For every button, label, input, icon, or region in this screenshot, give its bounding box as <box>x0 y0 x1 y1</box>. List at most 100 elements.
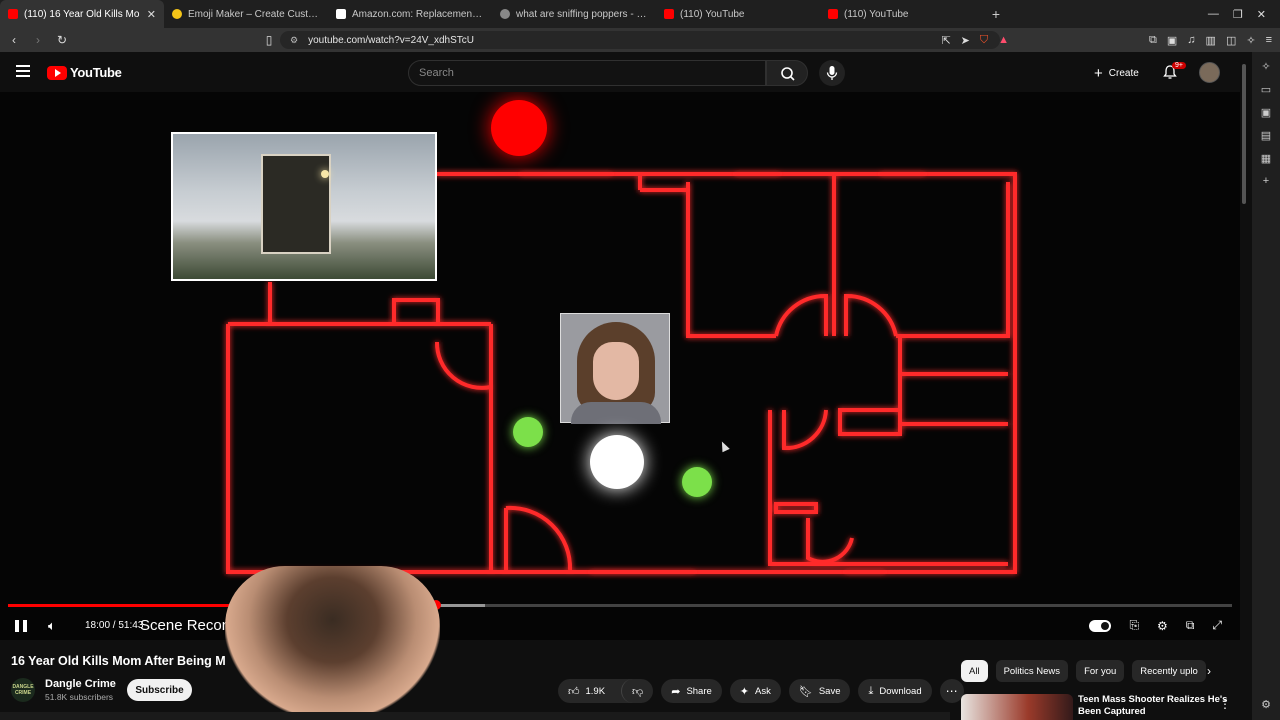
forward-icon[interactable]: › <box>28 33 48 47</box>
channel-avatar[interactable]: DANGLE CRIME <box>11 678 35 702</box>
maximize-icon[interactable]: ❐ <box>1233 8 1243 21</box>
sidebar-settings-icon[interactable]: ⚙ <box>1261 698 1271 711</box>
search-input[interactable]: Search <box>408 60 766 86</box>
brave-rewards-icon[interactable]: ▲ <box>998 34 1009 46</box>
leo-ai-icon[interactable]: ✧ <box>1246 34 1255 47</box>
youtube-favicon-icon <box>828 9 838 19</box>
browser-tab[interactable]: what are sniffing poppers - Brav <box>492 0 656 28</box>
site-info-icon[interactable]: ⚙ <box>290 35 298 46</box>
chevron-right-icon[interactable]: › <box>1207 664 1211 678</box>
like-dislike-group: 👍︎ 1.9K 👎︎ <box>558 679 654 703</box>
search-icon <box>781 67 795 81</box>
more-actions-icon[interactable]: ⋯ <box>939 679 964 703</box>
minimize-icon[interactable]: — <box>1208 8 1219 20</box>
recommended-video-thumbnail[interactable] <box>961 694 1073 720</box>
fullscreen-icon[interactable]: ⤢ <box>1212 618 1222 633</box>
sliding-door-image <box>261 154 331 254</box>
volume-icon[interactable]: 🔈︎ <box>48 618 56 634</box>
recommended-video-menu-icon[interactable]: ⋮ <box>1219 697 1231 711</box>
bookmarks-sidebar-icon[interactable]: ▤ <box>1261 129 1271 142</box>
share-button[interactable]: ➦ Share <box>661 679 722 703</box>
settings-gear-icon[interactable]: ⚙ <box>1157 619 1168 633</box>
send-icon[interactable]: ➤ <box>961 34 970 47</box>
browser-tab[interactable]: (110) YouTube <box>820 0 984 28</box>
scrollbar-thumb[interactable] <box>1242 64 1246 204</box>
share-icon: ➦ <box>671 685 681 698</box>
recommended-video-title[interactable]: Teen Mass Shooter Realizes He's Been Cap… <box>1078 694 1228 718</box>
close-tab-icon[interactable]: ✕ <box>147 8 156 21</box>
description-panel-edge <box>0 712 950 720</box>
dislike-button[interactable]: 👎︎ <box>621 679 653 703</box>
subscribe-button[interactable]: Subscribe <box>127 679 192 701</box>
time-display: 18:00 / 51:43 <box>85 620 144 631</box>
open-external-icon[interactable]: ⇱ <box>941 34 950 47</box>
address-bar: ‹ › ↻ ▯ ⚙ youtube.com/watch?v=24V_xdhSTc… <box>0 28 1280 52</box>
chip-for-you[interactable]: For you <box>1076 660 1125 682</box>
subscriber-count: 51.8K subscribers <box>45 692 114 702</box>
tab-title: (110) YouTube <box>844 8 909 20</box>
close-window-icon[interactable]: ✕ <box>1257 8 1266 21</box>
youtube-header: YouTube Search + Create 9+ <box>0 52 1240 92</box>
search-button[interactable] <box>766 60 808 86</box>
brave-shields-icon[interactable]: ⛉ <box>980 34 988 47</box>
url-field[interactable]: ⚙ youtube.com/watch?v=24V_xdhSTcU <box>280 31 1000 49</box>
reading-list-icon[interactable]: ▭ <box>1261 83 1271 96</box>
chip-all[interactable]: All <box>961 660 988 682</box>
like-button[interactable]: 👍︎ 1.9K <box>558 679 615 703</box>
new-tab-button[interactable]: + <box>984 6 1008 22</box>
browser-tab[interactable]: Amazon.com: Replacement CPU <box>328 0 492 28</box>
brave-search-favicon-icon <box>500 9 510 19</box>
channel-name[interactable]: Dangle Crime <box>45 678 116 690</box>
browser-menu-icon[interactable]: ≡ <box>1266 34 1272 46</box>
bodycam-inset-image <box>171 132 437 281</box>
subtitles-icon[interactable]: ⎘ <box>1129 618 1139 633</box>
extensions-icon[interactable]: ⧉ <box>1149 34 1157 47</box>
green-location-marker <box>513 417 543 447</box>
pause-button[interactable] <box>15 620 27 632</box>
wallet-sidebar-icon[interactable]: ▣ <box>1261 106 1271 119</box>
sparkle-icon: ✦ <box>739 685 750 698</box>
create-button[interactable]: + Create <box>1094 60 1139 86</box>
video-progress-bar[interactable] <box>8 604 1232 607</box>
download-icon: ⤓ <box>868 684 874 697</box>
tab-title: (110) 16 Year Old Kills Mo <box>24 8 140 20</box>
account-avatar[interactable] <box>1199 62 1220 83</box>
back-icon[interactable]: ‹ <box>4 33 24 47</box>
media-icon[interactable]: ♫ <box>1187 34 1195 46</box>
leo-icon[interactable]: ✧ <box>1261 60 1270 73</box>
add-sidebar-item-icon[interactable]: + <box>1263 175 1269 187</box>
browser-tab[interactable]: (110) YouTube <box>656 0 820 28</box>
save-button[interactable]: 🔖︎ Save <box>788 679 851 703</box>
page-scrollbar[interactable] <box>1240 56 1248 206</box>
youtube-logo[interactable]: YouTube <box>47 65 122 80</box>
browser-tab[interactable]: (110) 16 Year Old Kills Mo ✕ <box>0 0 164 28</box>
url-text: youtube.com/watch?v=24V_xdhSTcU <box>308 34 475 46</box>
voice-search-button[interactable] <box>819 60 845 86</box>
recommendation-filter-chips: All Politics News For you Recently uplo <box>961 660 1206 682</box>
green-location-marker <box>682 467 712 497</box>
streamer-webcam-overlay <box>225 566 440 720</box>
ask-button[interactable]: ✦ Ask <box>729 679 781 703</box>
download-button[interactable]: ⤓ Download <box>858 679 932 703</box>
wallet-icon[interactable]: ▣ <box>1167 34 1177 47</box>
video-player[interactable] <box>0 92 1240 640</box>
browser-sidebar: ✧ ▭ ▣ ▤ ▦ + ⚙ <box>1252 52 1280 720</box>
video-actions: 👍︎ 1.9K 👎︎ ➦ Share ✦ Ask 🔖︎ Save ⤓ Downl… <box>558 679 964 703</box>
tab-title: (110) YouTube <box>680 8 745 20</box>
chip-politics-news[interactable]: Politics News <box>995 660 1069 682</box>
wallet-crypto-icon[interactable]: ◫ <box>1226 34 1236 47</box>
browser-tab[interactable]: Emoji Maker – Create Custom & <box>164 0 328 28</box>
reload-icon[interactable]: ↻ <box>52 33 72 47</box>
autoplay-toggle[interactable] <box>1089 619 1112 632</box>
history-sidebar-icon[interactable]: ▦ <box>1261 152 1271 165</box>
bookmark-icon[interactable]: ▯ <box>259 33 279 47</box>
sidebar-toggle-icon[interactable]: ▥ <box>1206 34 1216 47</box>
miniplayer-icon[interactable]: ⧉ <box>1186 618 1195 633</box>
player-right-controls: ⎘ ⚙ ⧉ ⤢ <box>1089 618 1222 633</box>
window-controls: — ❐ ✕ <box>1208 0 1280 28</box>
create-label: Create <box>1108 67 1139 79</box>
chip-recently-uploaded[interactable]: Recently uplo <box>1132 660 1206 682</box>
guide-menu-icon[interactable] <box>16 65 30 77</box>
mugshot-image <box>560 313 670 424</box>
browser-toolbar-icons: ⇱ ➤ ⛉ ▲ ⧉ ▣ ♫ ▥ ◫ ✧ ≡ <box>941 28 1272 52</box>
